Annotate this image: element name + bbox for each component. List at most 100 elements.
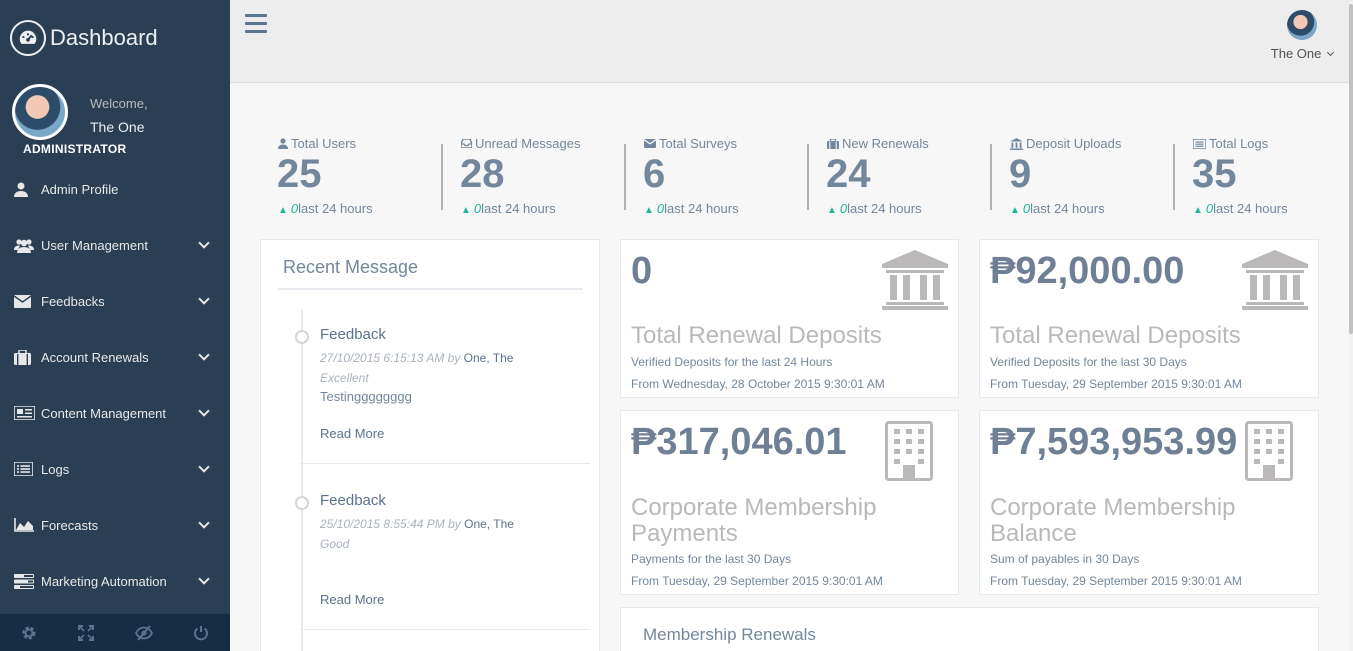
divider [300, 629, 590, 630]
stat-deposit-uploads: Deposit Uploads 9 ▲ 0last 24 hours [992, 130, 1175, 220]
message-date: 25/10/2015 8:55:44 PM by [320, 517, 465, 531]
chevron-down-icon [198, 237, 210, 249]
list-alt-icon [1193, 138, 1206, 149]
bank-icon [1242, 250, 1308, 315]
sidebar-item-forecasts[interactable]: Forecasts [0, 497, 230, 553]
divider [278, 288, 583, 290]
tile-title: Total Renewal Deposits [631, 322, 882, 349]
tile-date: From Tuesday, 29 September 2015 9:30:01 … [990, 377, 1242, 391]
tile-date: From Tuesday, 29 September 2015 9:30:01 … [990, 574, 1242, 588]
tile-corporate-balance: ₱7,593,953.99 Corporate Membership Balan… [979, 410, 1319, 595]
stat-label: Total Logs [1193, 136, 1268, 151]
tile-subtitle: Verified Deposits for the last 24 Hours [631, 355, 833, 369]
bank-icon [1010, 137, 1023, 150]
timeline-dot [295, 496, 309, 510]
users-icon [14, 237, 36, 253]
building-icon [1245, 421, 1293, 486]
arrow-up-icon: ▲ [827, 205, 837, 216]
stat-delta: ▲ 0last 24 hours [278, 201, 373, 216]
avatar[interactable] [12, 84, 68, 140]
message-author[interactable]: One, The [464, 351, 514, 365]
eye-slash-icon[interactable] [115, 614, 173, 651]
stat-label-text: Total Users [291, 136, 357, 151]
list-icon [14, 461, 36, 477]
stat-delta-label: last 24 hours [298, 201, 373, 216]
stat-value: 24 [826, 152, 871, 196]
message-rating: Excellent [320, 371, 369, 385]
chevron-down-icon [1326, 48, 1335, 57]
message-meta: 25/10/2015 8:55:44 PM by One, The Good [320, 514, 550, 554]
arrow-up-icon: ▲ [1193, 205, 1203, 216]
stat-label-text: Total Logs [1209, 136, 1269, 151]
gear-icon[interactable] [0, 614, 58, 651]
user-icon [278, 138, 288, 149]
message-meta: 27/10/2015 6:15:13 AM by One, The Excelle… [320, 348, 550, 388]
stat-label: Unread Messages [461, 136, 581, 151]
sidebar-item-account-renewals[interactable]: Account Renewals [0, 329, 230, 385]
fullscreen-icon[interactable] [58, 614, 116, 651]
stat-delta: ▲ 0last 24 hours [461, 201, 556, 216]
top-nav: The One [230, 0, 1353, 83]
sidebar-item-label: Feedbacks [41, 293, 105, 309]
user-menu-label[interactable]: The One [1270, 46, 1335, 61]
stat-value: 35 [1192, 152, 1237, 196]
profile-name: The One [90, 119, 145, 135]
bank-icon [882, 250, 948, 315]
brand[interactable]: Dashboard [10, 20, 158, 56]
stat-label-text: Deposit Uploads [1026, 136, 1122, 151]
power-icon[interactable] [173, 614, 231, 651]
message-author[interactable]: One, The [464, 517, 514, 531]
message-title[interactable]: Feedback [320, 326, 386, 343]
sidebar-item-marketing-automation[interactable]: Marketing Automation [0, 553, 230, 609]
stat-total-surveys: Total Surveys 6 ▲ 0last 24 hours [626, 130, 809, 220]
timeline-dot [295, 330, 309, 344]
chevron-down-icon [198, 517, 210, 529]
chevron-down-icon [198, 573, 210, 585]
envelope-icon [14, 293, 36, 309]
profile-role: ADMINISTRATOR [23, 142, 127, 156]
message-title[interactable]: Feedback [320, 492, 386, 509]
brand-title: Dashboard [50, 25, 158, 50]
chevron-down-icon [198, 293, 210, 305]
tile-value: ₱7,593,953.99 [990, 421, 1238, 463]
stat-delta-label: last 24 hours [664, 201, 739, 216]
sidebar: Dashboard Welcome, The One ADMINISTRATOR… [0, 0, 230, 651]
recent-message-panel: Recent Message Feedback 27/10/2015 6:15:… [260, 239, 600, 651]
sidebar-item-user-management[interactable]: User Management [0, 217, 230, 273]
area-chart-icon [14, 517, 36, 533]
sidebar-item-label: Admin Profile [41, 181, 119, 197]
sidebar-item-label: Logs [41, 461, 70, 477]
menu-toggle-icon[interactable] [245, 14, 267, 36]
stat-delta: ▲ 0last 24 hours [827, 201, 922, 216]
chevron-down-icon [198, 349, 210, 361]
stat-unread-messages: Unread Messages 28 ▲ 0last 24 hours [443, 130, 626, 220]
stat-delta: ▲ 0last 24 hours [1193, 201, 1288, 216]
avatar[interactable] [1286, 10, 1317, 40]
sidebar-item-admin-profile[interactable]: Admin Profile [0, 161, 230, 217]
sidebar-item-feedbacks[interactable]: Feedbacks [0, 273, 230, 329]
user-menu-name: The One [1270, 46, 1322, 61]
profile: Welcome, The One ADMINISTRATOR [12, 84, 222, 160]
tile-renewal-deposits-24h: 0 Total Renewal Deposits Verified Deposi… [620, 239, 959, 398]
dashboard-icon [10, 20, 46, 56]
tile-date: From Wednesday, 28 October 2015 9:30:01 … [631, 377, 885, 391]
read-more-link[interactable]: Read More [320, 426, 384, 441]
sidebar-item-logs[interactable]: Logs [0, 441, 230, 497]
stat-label: Deposit Uploads [1010, 136, 1121, 151]
scrollbar[interactable] [1349, 0, 1353, 651]
inbox-icon [461, 139, 472, 148]
stat-delta-label: last 24 hours [1030, 201, 1105, 216]
tile-renewal-deposits-30d: ₱92,000.00 Total Renewal Deposits Verifi… [979, 239, 1319, 398]
user-menu[interactable]: The One [1270, 10, 1335, 61]
stat-value: 9 [1009, 152, 1032, 196]
welcome-text: Welcome, [90, 96, 148, 111]
chevron-down-icon [198, 461, 210, 473]
stats-row: Total Users 25 ▲ 0last 24 hours Unread Me… [260, 130, 1340, 220]
read-more-link[interactable]: Read More [320, 592, 384, 607]
sidebar-item-content-management[interactable]: Content Management [0, 385, 230, 441]
tile-value: ₱92,000.00 [990, 250, 1185, 292]
tile-subtitle: Payments for the last 30 Days [631, 552, 792, 566]
arrow-up-icon: ▲ [644, 205, 654, 216]
sidebar-item-label: User Management [41, 237, 148, 253]
tile-title: Corporate Membership Balance [990, 494, 1236, 547]
